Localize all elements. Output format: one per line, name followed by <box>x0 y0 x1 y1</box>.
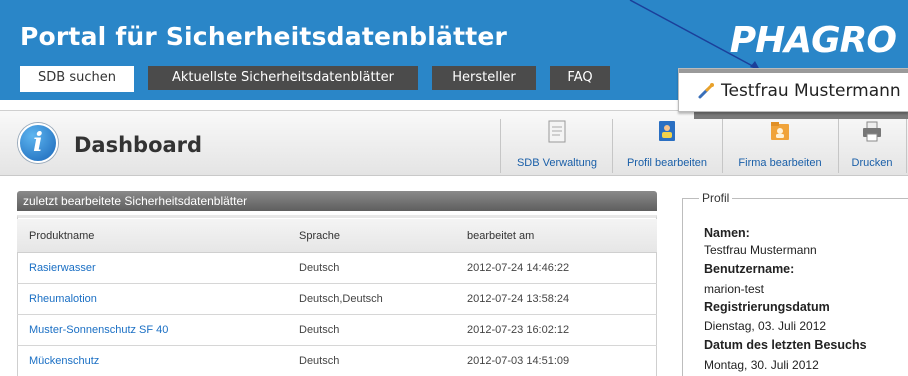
language-cell: Deutsch,Deutsch <box>299 293 383 305</box>
language-cell: Deutsch <box>299 262 340 274</box>
toolbar-divider <box>906 119 907 173</box>
product-link[interactable]: Mückenschutz <box>29 346 99 376</box>
table-header-row: Produktname Sprache bearbeitet am <box>17 219 657 253</box>
registered-label: Registrierungsdatum <box>704 300 830 314</box>
language-cell: Deutsch <box>299 355 340 367</box>
edited-cell: 2012-07-24 14:46:22 <box>467 262 570 274</box>
table-row: Rasierwasser Deutsch 2012-07-24 14:46:22 <box>17 253 657 284</box>
toolbar-divider <box>612 119 613 173</box>
product-link[interactable]: Rheumalotion <box>29 284 97 315</box>
edited-cell: 2012-07-23 16:02:12 <box>467 324 570 336</box>
profil-bearbeiten-button[interactable]: Profil bearbeiten <box>614 119 720 171</box>
toolbar-divider <box>838 119 839 173</box>
document-icon <box>548 120 566 143</box>
profil-bearbeiten-label: Profil bearbeiten <box>626 157 708 169</box>
sdb-verwaltung-label: SDB Verwaltung <box>516 157 598 169</box>
info-icon: i <box>18 123 58 163</box>
column-header-sprache[interactable]: Sprache <box>299 219 340 253</box>
table-row: Mückenschutz Deutsch 2012-07-03 14:51:09 <box>17 346 657 376</box>
name-label: Namen: <box>704 226 750 240</box>
printer-icon <box>863 121 881 142</box>
edited-cell: 2012-07-03 14:51:09 <box>467 355 570 367</box>
name-value: Testfrau Mustermann <box>704 243 817 257</box>
toolbar-divider <box>500 119 501 173</box>
product-link[interactable]: Rasierwasser <box>29 253 96 284</box>
username-value: marion-test <box>704 282 765 296</box>
drucken-label: Drucken <box>851 157 893 169</box>
contact-card-icon <box>659 121 675 141</box>
last-visit-label: Datum des letzten Besuchs <box>704 338 867 352</box>
page: Portal für Sicherheitsdatenblätter PHAGR… <box>0 0 908 376</box>
user-popup-shadow <box>694 112 908 119</box>
recent-table: Produktname Sprache bearbeitet am Rasier… <box>17 219 657 376</box>
column-header-bearbeitet-am[interactable]: bearbeitet am <box>467 219 534 253</box>
language-cell: Deutsch <box>299 324 340 336</box>
user-name: Testfrau Mustermann <box>721 81 901 101</box>
toolbar-divider <box>722 119 723 173</box>
dashboard-toolbar: i Dashboard SDB Verwaltung Profil bearbe… <box>0 110 908 176</box>
table-row: Muster-Sonnenschutz SF 40 Deutsch 2012-0… <box>17 315 657 346</box>
user-popup[interactable]: Testfrau Mustermann <box>678 68 908 112</box>
registered-value: Dienstag, 03. Juli 2012 <box>704 319 827 333</box>
firma-bearbeiten-label: Firma bearbeiten <box>738 157 822 169</box>
recent-panel-title: zuletzt bearbeitete Sicherheitsdatenblät… <box>17 191 657 211</box>
folder-person-icon <box>771 122 789 140</box>
firma-bearbeiten-button[interactable]: Firma bearbeiten <box>724 119 836 171</box>
username-label: Benutzername: <box>704 262 795 276</box>
last-visit-value: Montag, 30. Juli 2012 <box>704 358 819 372</box>
dashboard-title: Dashboard <box>74 133 203 157</box>
user-popup-top-strip <box>679 69 908 73</box>
sdb-verwaltung-button[interactable]: SDB Verwaltung <box>504 119 610 171</box>
profile-legend: Profil <box>699 191 733 205</box>
drucken-button[interactable]: Drucken <box>840 119 904 171</box>
wrench-icon <box>698 83 714 99</box>
table-row: Rheumalotion Deutsch,Deutsch 2012-07-24 … <box>17 284 657 315</box>
edited-cell: 2012-07-24 13:58:24 <box>467 293 570 305</box>
product-link[interactable]: Muster-Sonnenschutz SF 40 <box>29 315 168 346</box>
column-header-produktname[interactable]: Produktname <box>29 219 94 253</box>
